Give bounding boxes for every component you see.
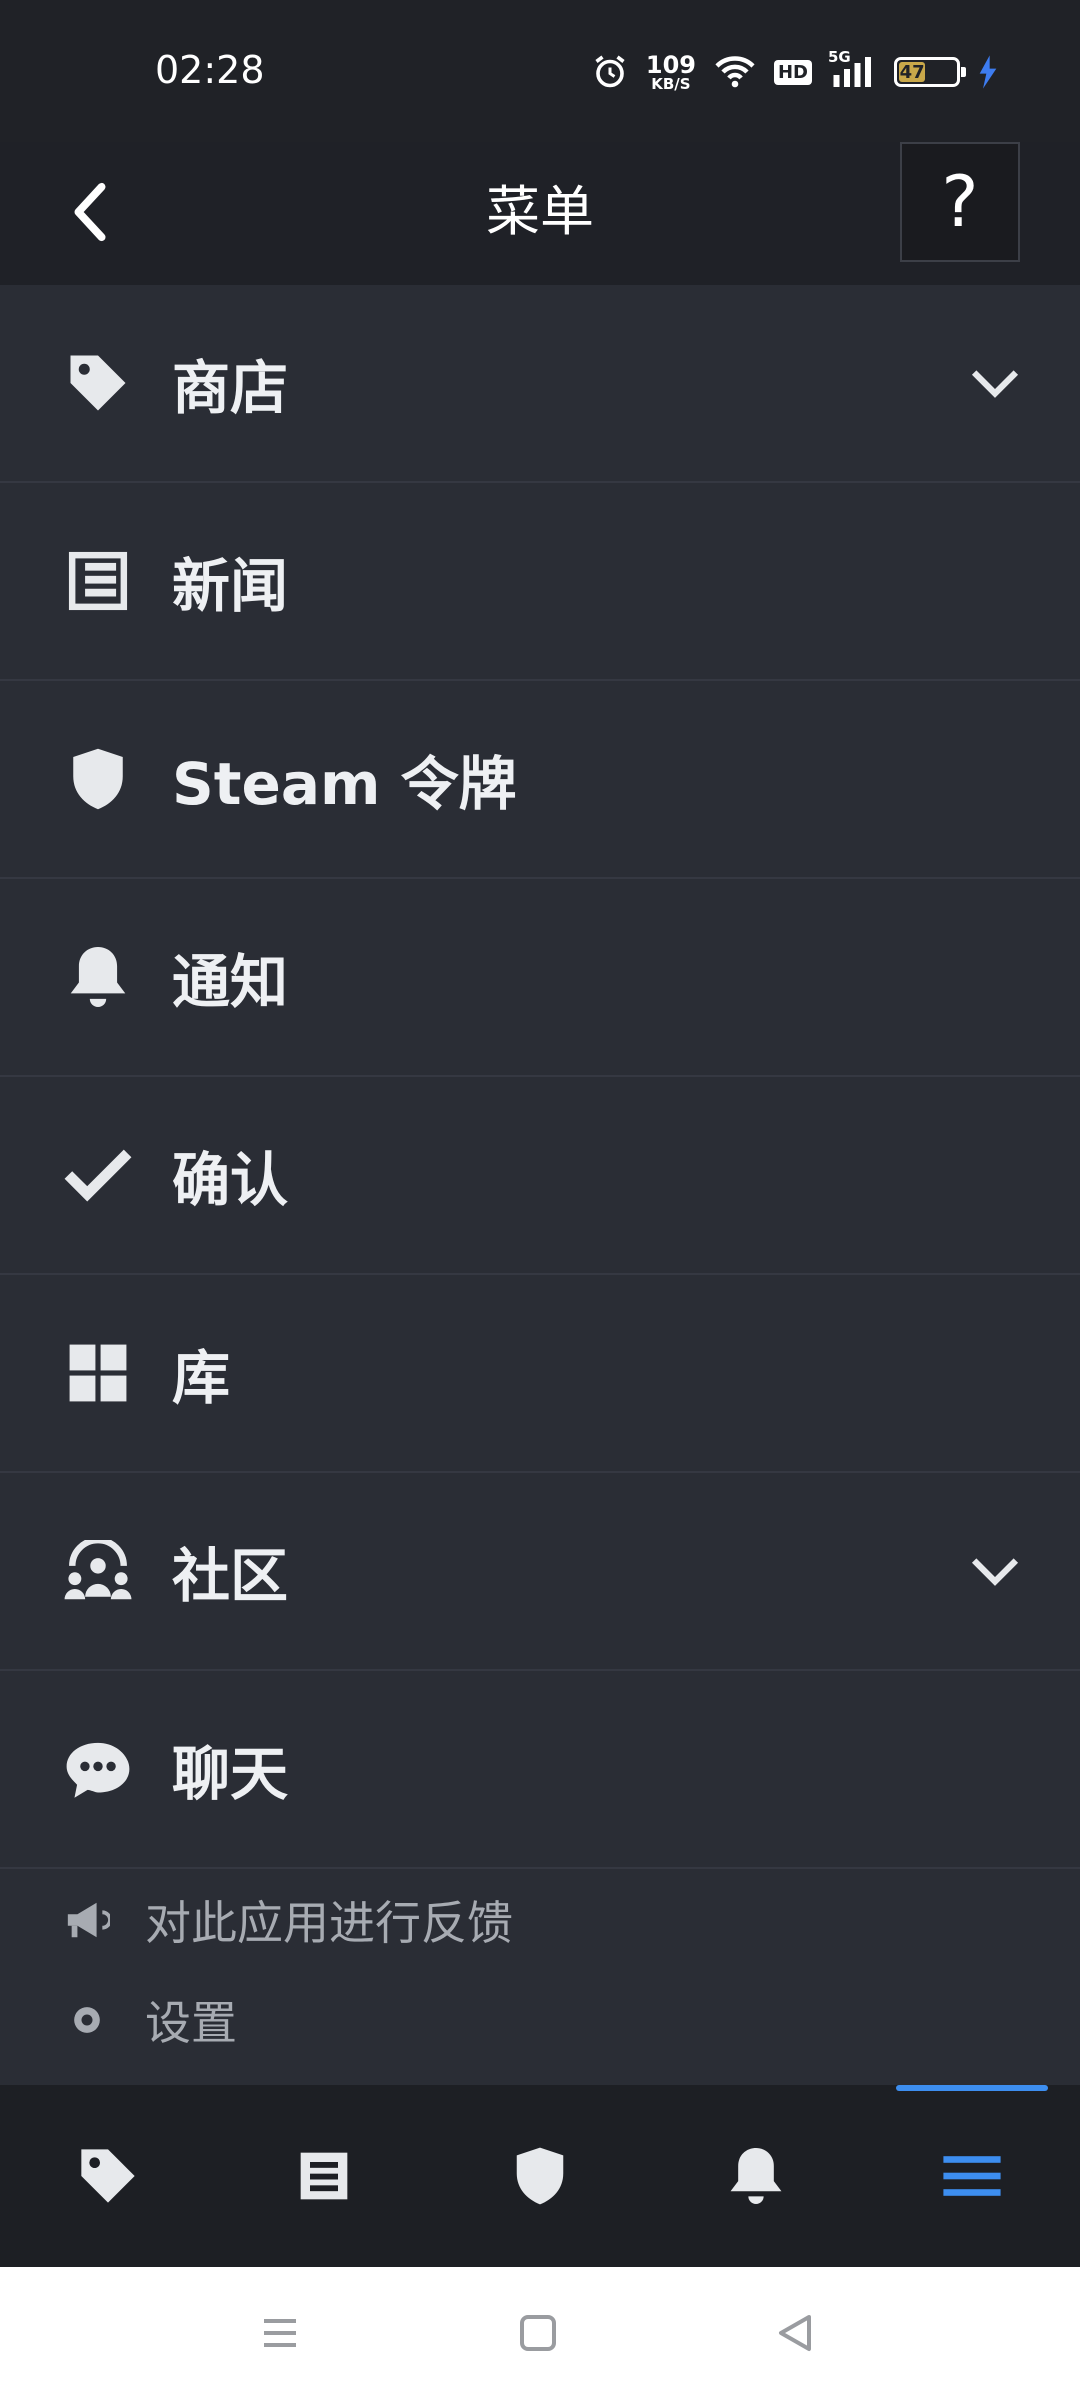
chevron-down-icon[interactable] xyxy=(965,1541,1025,1601)
menu-item-notifications[interactable]: 通知 xyxy=(0,879,1080,1077)
help-button[interactable]: ? xyxy=(900,142,1020,262)
battery-level: 47 xyxy=(899,61,925,83)
battery-fill: 47 xyxy=(899,61,926,83)
feedback-link[interactable]: 对此应用进行反馈 xyxy=(0,1870,1080,1970)
menu-item-steam-guard[interactable]: Steam 令牌 xyxy=(0,681,1080,879)
bell-icon xyxy=(730,2148,782,2204)
nav-tab-menu[interactable] xyxy=(864,2085,1080,2267)
megaphone-icon xyxy=(62,1895,112,1945)
menu-item-community[interactable]: 社区 xyxy=(0,1473,1080,1671)
menu-item-store[interactable]: 商店 xyxy=(0,285,1080,483)
menu-item-label: 商店 xyxy=(172,354,289,422)
net-speed: 109 KB/S xyxy=(646,53,696,92)
nav-tab-notifications[interactable] xyxy=(648,2085,864,2267)
menu-item-label: 新闻 xyxy=(172,552,289,620)
status-icons: 109 KB/S HD 5G 47 xyxy=(592,48,998,96)
menu-item-label: 社区 xyxy=(172,1542,289,1610)
chevron-down-icon[interactable] xyxy=(965,353,1025,413)
grid-icon xyxy=(58,1333,138,1413)
tag-icon xyxy=(81,2149,135,2203)
menu-item-confirmations[interactable]: 确认 xyxy=(0,1077,1080,1275)
recents-button[interactable] xyxy=(250,2303,310,2363)
recents-icon xyxy=(264,2319,296,2347)
news-icon xyxy=(58,541,138,621)
bottom-nav xyxy=(0,2085,1080,2267)
community-icon xyxy=(58,1531,138,1611)
battery-icon: 47 xyxy=(894,57,966,87)
wifi-icon xyxy=(714,54,756,90)
menu-item-label: 库 xyxy=(172,1344,231,1412)
shield-icon xyxy=(516,2147,564,2205)
home-icon xyxy=(520,2315,556,2351)
net-speed-value: 109 xyxy=(645,50,696,79)
nav-tab-steam-guard[interactable] xyxy=(432,2085,648,2267)
network-type-label: 5G xyxy=(828,48,851,66)
settings-link[interactable]: 设置 xyxy=(0,1970,1080,2070)
menu-item-chat[interactable]: 聊天 xyxy=(0,1671,1080,1869)
net-speed-unit: KB/S xyxy=(651,74,691,93)
chat-icon xyxy=(58,1729,138,1809)
settings-label: 设置 xyxy=(145,1996,237,2050)
system-nav-bar xyxy=(0,2267,1080,2400)
system-back-button[interactable] xyxy=(765,2303,825,2363)
menu-item-label: 确认 xyxy=(172,1146,289,1214)
signal-icon: 5G xyxy=(828,48,876,90)
menu-item-news[interactable]: 新闻 xyxy=(0,483,1080,681)
menu-icon xyxy=(943,2156,1001,2196)
main-menu: 商店 新闻 Steam 令牌 通知 确认 库 社区 聊天 xyxy=(0,285,1080,2085)
nav-tab-store[interactable] xyxy=(0,2085,216,2267)
feedback-label: 对此应用进行反馈 xyxy=(145,1896,513,1950)
alarm-icon xyxy=(592,54,628,90)
status-bar: 02:28 109 KB/S HD 5G 47 xyxy=(0,0,1080,142)
checkmark-icon xyxy=(58,1135,138,1215)
home-button[interactable] xyxy=(508,2303,568,2363)
menu-item-label: 通知 xyxy=(172,948,289,1016)
nav-tab-news[interactable] xyxy=(216,2085,432,2267)
tag-icon xyxy=(58,343,138,423)
status-time: 02:28 xyxy=(155,48,265,92)
gear-icon xyxy=(62,1995,112,2045)
app-header: 菜单 ? xyxy=(0,142,1080,285)
charging-icon xyxy=(978,55,998,89)
news-icon xyxy=(300,2152,348,2200)
bell-icon xyxy=(58,937,138,1017)
back-triangle-icon xyxy=(779,2315,811,2351)
secondary-menu: 对此应用进行反馈 设置 xyxy=(0,1870,1080,2070)
menu-item-label: Steam 令牌 xyxy=(172,750,517,818)
hd-icon: HD xyxy=(773,59,812,85)
menu-item-label: 聊天 xyxy=(172,1740,289,1808)
menu-item-library[interactable]: 库 xyxy=(0,1275,1080,1473)
shield-icon xyxy=(58,739,138,819)
